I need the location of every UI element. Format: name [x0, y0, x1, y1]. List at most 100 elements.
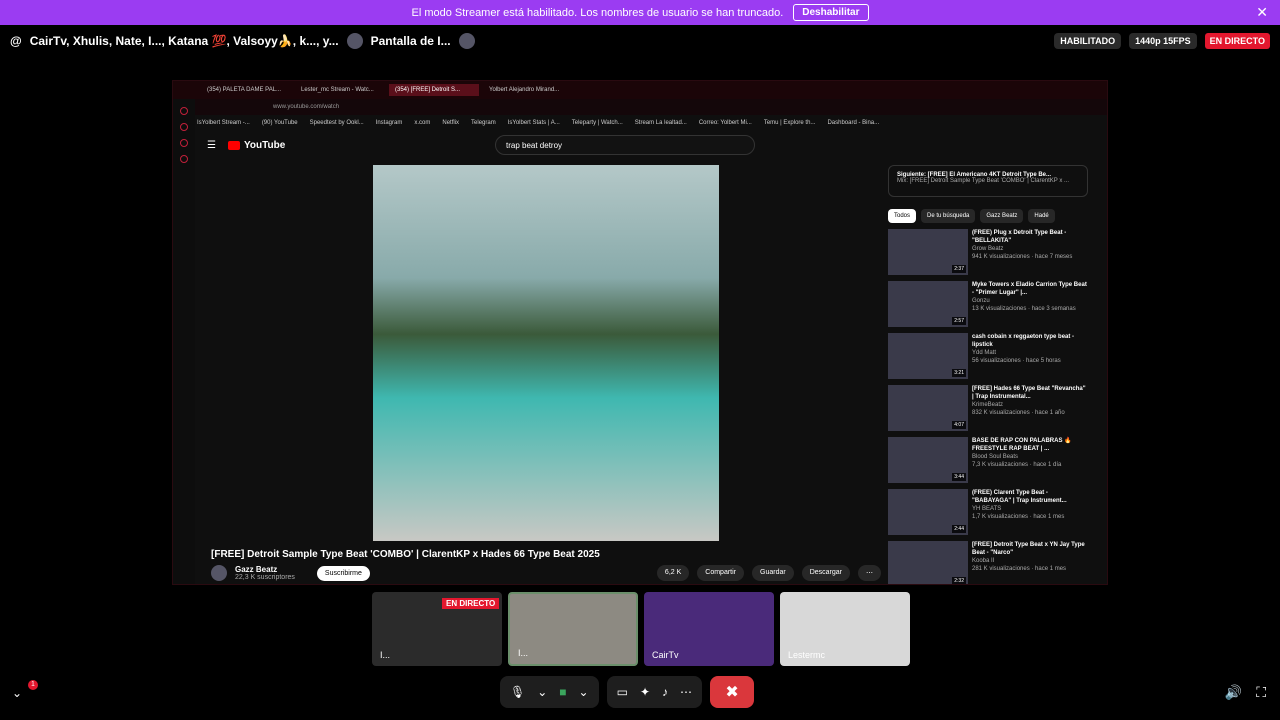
thumbnail[interactable]: 3:21 [888, 333, 968, 379]
thumbnail[interactable]: 2:57 [888, 281, 968, 327]
channel-name[interactable]: Gazz Beatz [235, 565, 295, 574]
browser-tab[interactable]: Lester_mc Stream - Watc... [295, 84, 385, 96]
thumbnail[interactable]: 2:32 [888, 541, 968, 584]
recommendation-item[interactable]: 2:44 (FREE) Clarent Type Beat - "BABAYAG… [888, 489, 1088, 539]
bookmark[interactable]: Temu | Explore th... [764, 120, 816, 126]
save-button[interactable]: Guardar [752, 565, 794, 581]
search-input[interactable]: trap beat detroy [495, 135, 755, 155]
video-player[interactable] [373, 165, 719, 541]
call-controls: 🎙 ⌄ ■ ⌄ ▭ ✦ ♪ ⋯ ✖ [500, 676, 755, 708]
share-button[interactable]: Compartir [697, 565, 745, 581]
screen-label[interactable]: Pantalla de I... [371, 34, 451, 48]
participant-tiles: EN DIRECTO I... I... CairTv Lestermc [372, 592, 910, 666]
bookmarks-bar: IsYolbert Stream -... (90) YouTube Speed… [173, 115, 1107, 131]
duration: 3:44 [952, 473, 966, 481]
participant-tile[interactable]: CairTv [644, 592, 774, 666]
sidebar-icon[interactable] [180, 139, 188, 147]
chevron-down-icon[interactable]: ⌄ [579, 685, 589, 699]
channel-row: Gazz Beatz 22,3 K suscriptores Suscribir… [211, 565, 881, 581]
bookmark[interactable]: Speedtest by Ookl... [310, 120, 364, 126]
fullscreen-icon[interactable]: ⛶ [1256, 684, 1266, 701]
channel-avatar[interactable] [211, 565, 227, 581]
browser-tab[interactable]: Yolbert Alejandro Mirand... [483, 84, 573, 96]
end-call-button[interactable]: ✖ [710, 676, 755, 708]
bookmark[interactable]: (90) YouTube [262, 120, 298, 126]
video-actions: 6,2 K Compartir Guardar Descargar ⋯ [656, 565, 881, 581]
volume-icon[interactable]: 🔊 [1225, 684, 1242, 701]
chip[interactable]: Gazz Beatz [980, 209, 1024, 223]
sidebar-icon[interactable] [180, 107, 188, 115]
rec-channel: KrimeBeatz [972, 402, 1004, 408]
rec-title: cash cobain x reggaeton type beat - lips… [972, 334, 1075, 348]
youtube-logo[interactable]: YouTube [227, 140, 285, 151]
thumbnail[interactable]: 4:07 [888, 385, 968, 431]
participant-tile[interactable]: EN DIRECTO I... [372, 592, 502, 666]
rec-meta: 7,3 K visualizaciones · hace 1 día [972, 462, 1062, 468]
recommendation-item[interactable]: 2:57 Myke Towers x Eladio Carrion Type B… [888, 281, 1088, 331]
recommendation-item[interactable]: 2:37 (FREE) Plug x Detroit Type Beat - "… [888, 229, 1088, 279]
disable-button[interactable]: Deshabilitar [793, 4, 869, 21]
disconnect-icon: ✖ [725, 684, 739, 701]
bookmark[interactable]: IsYolbert Stream -... [197, 120, 250, 126]
thumbnail[interactable]: 3:44 [888, 437, 968, 483]
thumbnail[interactable]: 2:37 [888, 229, 968, 275]
rec-title: (FREE) Plug x Detroit Type Beat - "BELLA… [972, 230, 1067, 244]
bookmark[interactable]: Teleparty | Watch... [572, 120, 623, 126]
camera-icon[interactable]: ■ [559, 685, 566, 699]
sidebar-icon[interactable] [180, 123, 188, 131]
banner-text: El modo Streamer está habilitado. Los no… [411, 6, 784, 19]
activity-group: ▭ ✦ ♪ ⋯ [606, 676, 703, 708]
screen-share[interactable]: (354) PALETA DAME PAL... Lester_mc Strea… [172, 80, 1108, 585]
bookmark[interactable]: Correo: Yolbert Mi... [699, 120, 752, 126]
streamer-mode-banner: El modo Streamer está habilitado. Los no… [0, 0, 1280, 25]
rec-title: [FREE] Hades 66 Type Beat "Revancha" | T… [972, 386, 1086, 400]
recommendation-item[interactable]: 3:21 cash cobain x reggaeton type beat -… [888, 333, 1088, 383]
more-icon[interactable]: ⋯ [858, 565, 881, 581]
chip[interactable]: Hadé [1028, 209, 1055, 223]
notification-badge: 1 [28, 680, 38, 690]
participant-name: I... [380, 650, 391, 660]
rec-meta: 281 K visualizaciones · hace 1 mes [972, 566, 1067, 572]
menu-icon[interactable]: ☰ [207, 140, 216, 151]
rec-meta: 832 K visualizaciones · hace 1 año [972, 410, 1065, 416]
like-button[interactable]: 6,2 K [656, 565, 690, 581]
rec-channel: Gonzu [972, 298, 990, 304]
browser-tabs: (354) PALETA DAME PAL... Lester_mc Strea… [173, 81, 1107, 99]
youtube-page: ☰ YouTube trap beat detroy [FREE] Detroi… [195, 131, 1107, 584]
bookmark[interactable]: Instagram [376, 120, 403, 126]
browser-tab-active[interactable]: (354) [FREE] Detroit S... [389, 84, 479, 96]
bookmark[interactable]: Netflix [442, 120, 459, 126]
rec-title: (FREE) Clarent Type Beat - "BABAYAGA" | … [972, 490, 1067, 504]
subscribe-button[interactable]: Suscribirme [316, 565, 370, 581]
at-icon: @ [10, 34, 22, 48]
browser-sidebar [173, 99, 195, 584]
chip[interactable]: Todos [888, 209, 917, 223]
activities-icon[interactable]: ✦ [640, 685, 650, 699]
participant-tile[interactable]: I... [508, 592, 638, 666]
close-icon[interactable]: ✕ [1256, 4, 1268, 21]
browser-tab[interactable]: (354) PALETA DAME PAL... [201, 84, 291, 96]
more-icon[interactable]: ⋯ [680, 685, 692, 699]
bookmark[interactable]: IsYolbert Stats | A... [508, 120, 560, 126]
microphone-icon[interactable]: 🎙 [510, 685, 525, 699]
up-next-box[interactable]: Siguiente: [FREE] El Americano 4KT Detro… [888, 165, 1088, 197]
participant-tile[interactable]: Lestermc [780, 592, 910, 666]
chevron-down-icon[interactable]: ⌄ [12, 686, 22, 700]
bookmark[interactable]: Dashboard - Bina... [827, 120, 879, 126]
recommendation-item[interactable]: 2:32 [FREE] Detroit Type Beat x YN Jay T… [888, 541, 1088, 584]
participants-list[interactable]: CairTv, Xhulis, Nate, I..., Katana 💯, Va… [30, 34, 339, 48]
soundboard-icon[interactable]: ♪ [662, 685, 668, 699]
recommendation-item[interactable]: 3:44 BASE DE RAP CON PALABRAS 🔥FREESTYLE… [888, 437, 1088, 487]
bookmark[interactable]: Telegram [471, 120, 496, 126]
bookmark[interactable]: x.com [414, 120, 430, 126]
bookmark[interactable]: Stream La lealtad... [635, 120, 687, 126]
thumbnail[interactable]: 2:44 [888, 489, 968, 535]
chip[interactable]: De tu búsqueda [921, 209, 976, 223]
screen-share-icon[interactable]: ▭ [617, 685, 628, 699]
chevron-down-icon[interactable]: ⌄ [537, 685, 547, 699]
rec-channel: Blood Soul Beats [972, 454, 1019, 460]
download-button[interactable]: Descargar [801, 565, 850, 581]
recommendation-item[interactable]: 4:07 [FREE] Hades 66 Type Beat "Revancha… [888, 385, 1088, 435]
sidebar-icon[interactable] [180, 155, 188, 163]
address-bar[interactable]: www.youtube.com/watch [173, 99, 1107, 115]
